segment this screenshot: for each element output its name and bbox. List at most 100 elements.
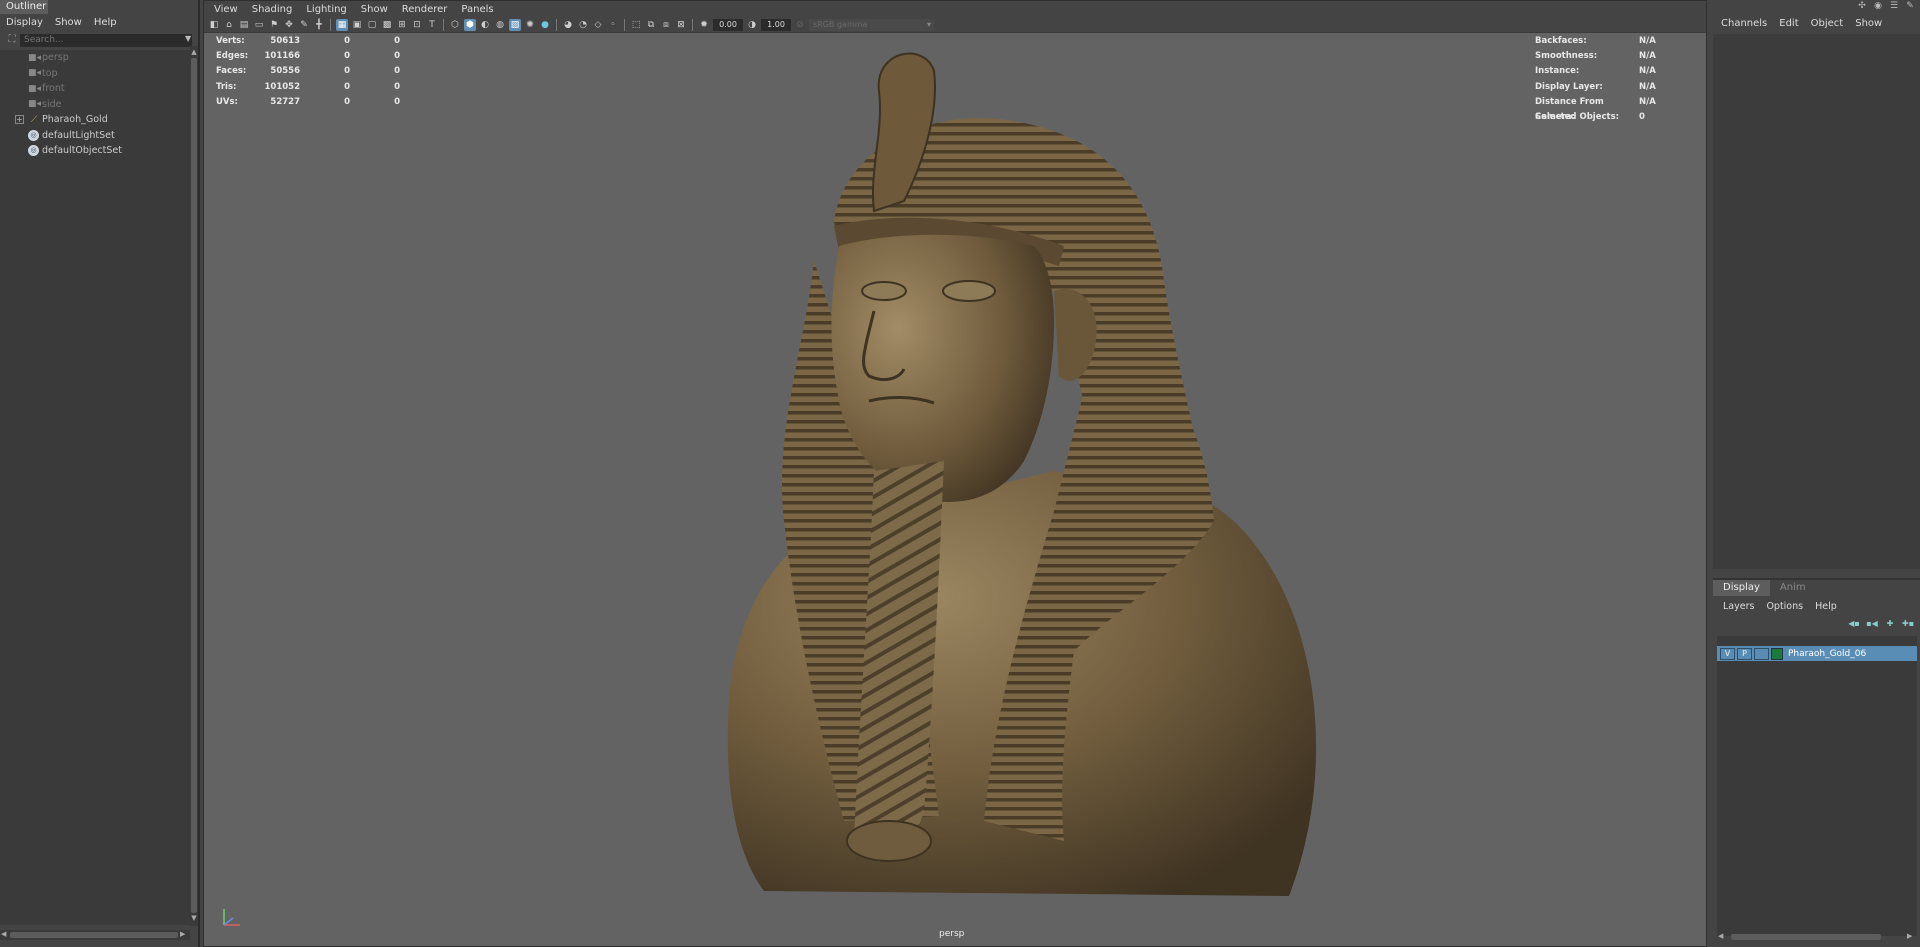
resolution-gate-icon[interactable]: ▢ (366, 19, 378, 31)
gate-mask-icon[interactable]: ▩ (381, 19, 393, 31)
outliner-search-input[interactable] (20, 33, 192, 47)
field-chart-icon[interactable]: ⊞ (396, 19, 408, 31)
new-layer-from-selection-icon[interactable]: ✚▪ (1902, 618, 1914, 630)
layers-menu-help[interactable]: Help (1815, 601, 1837, 612)
film-gate-icon[interactable]: ▣ (351, 19, 363, 31)
hud-label: Tris: (216, 81, 237, 92)
default-material-icon[interactable]: ◐ (479, 19, 491, 31)
tab-anim[interactable]: Anim (1770, 580, 1816, 596)
layer-color-swatch[interactable] (1771, 647, 1783, 660)
outliner-item-front[interactable]: ■◂ front (0, 81, 190, 97)
viewport-menu-shading[interactable]: Shading (252, 4, 293, 15)
ambient-occlusion-icon[interactable]: ◕ (562, 19, 574, 31)
use-all-lights-icon[interactable]: ✺ (524, 19, 536, 31)
scroll-right-icon[interactable]: ▶ (1907, 932, 1912, 940)
scroll-up-icon[interactable]: ▲ (190, 48, 198, 56)
tab-display[interactable]: Display (1713, 580, 1770, 596)
expand-icon[interactable]: + (15, 115, 24, 125)
viewport-menu-view[interactable]: View (214, 4, 238, 15)
layer-row[interactable]: V P Pharaoh_Gold_06 (1717, 646, 1917, 661)
outliner-item-default-light-set[interactable]: ◎ defaultLightSet (0, 128, 190, 144)
exposure-field[interactable]: 0.00 (713, 18, 743, 31)
hud-value: 50556 (270, 66, 300, 77)
outliner-item-side[interactable]: ■◂ side (0, 97, 190, 113)
channels-menu-object[interactable]: Object (1811, 18, 1844, 29)
scroll-left-icon[interactable]: ◀ (1, 930, 6, 938)
gamma-field[interactable]: 1.00 (761, 18, 791, 31)
bookmark-icon[interactable]: ▤ (238, 19, 250, 31)
outliner-item-top[interactable]: ■◂ top (0, 66, 190, 82)
scroll-left-icon[interactable]: ◀ (1718, 932, 1723, 940)
isolate-select-icon[interactable]: ⬚ (630, 19, 642, 31)
layers-menu-layers[interactable]: Layers (1723, 601, 1754, 612)
viewport-menu-renderer[interactable]: Renderer (402, 4, 448, 15)
safe-action-icon[interactable]: ⊡ (411, 19, 423, 31)
move-tool-icon[interactable]: ✣ (1856, 0, 1868, 12)
outliner-item-pharaoh-gold[interactable]: + ⟋ Pharaoh_Gold (0, 112, 190, 128)
outliner-item-default-object-set[interactable]: ◎ defaultObjectSet (0, 143, 190, 159)
new-empty-layer-icon[interactable]: ✚ (1884, 618, 1896, 630)
camera-attributes-icon[interactable]: ⌂ (223, 19, 235, 31)
safe-title-icon[interactable]: T (426, 19, 438, 31)
layers-menu-options[interactable]: Options (1766, 601, 1803, 612)
select-camera-icon[interactable]: ◧ (208, 19, 220, 31)
outliner-menu-display[interactable]: Display (6, 17, 43, 28)
colorspace-dropdown[interactable]: sRGB gamma (809, 18, 934, 31)
camera-lock-icon[interactable]: ⚑ (268, 19, 280, 31)
toolbar-separator (556, 18, 557, 31)
xray-icon[interactable]: ⧉ (645, 19, 657, 31)
outliner-vertical-scrollbar[interactable]: ▲ ▼ (190, 46, 198, 926)
gamma-icon[interactable]: ◑ (746, 19, 758, 31)
grid-toggle-icon[interactable]: ▦ (336, 18, 348, 31)
move-layer-up-icon[interactable]: ◀▪ (1848, 618, 1860, 630)
modeling-toolkit-icon[interactable]: ✎ (1904, 0, 1916, 12)
hud-row-selected-objects: Selected Objects: 0 (1535, 110, 1656, 125)
outliner-menu-help[interactable]: Help (94, 17, 117, 28)
outliner-item-persp[interactable]: ■◂ persp (0, 50, 190, 66)
hud-label: Distance From Camera: (1535, 96, 1604, 122)
grid-icon[interactable]: ╋ (313, 19, 325, 31)
exposure-icon[interactable]: ✹ (698, 19, 710, 31)
image-plane-icon[interactable]: ▭ (253, 19, 265, 31)
layer-playback-toggle[interactable]: P (1737, 647, 1752, 660)
scroll-right-icon[interactable]: ▶ (180, 930, 185, 938)
attribute-editor-icon[interactable]: ☰ (1888, 0, 1900, 12)
2d-pan-icon[interactable]: ✥ (283, 19, 295, 31)
scroll-thumb[interactable] (1731, 934, 1881, 940)
wireframe-on-shaded-icon[interactable]: ◍ (494, 19, 506, 31)
channels-menu-channels[interactable]: Channels (1721, 18, 1767, 29)
channel-box-icon[interactable]: ◉ (1872, 0, 1884, 12)
color-management-icon[interactable]: ⊘ (794, 19, 806, 31)
shadows-icon[interactable]: ● (539, 19, 551, 31)
textured-icon[interactable]: ▨ (509, 18, 521, 31)
move-layer-down-icon[interactable]: ▪◀ (1866, 618, 1878, 630)
channels-menu-show[interactable]: Show (1855, 18, 1882, 29)
toolbar-separator (330, 18, 331, 31)
motion-blur-icon[interactable]: ◔ (577, 19, 589, 31)
viewport-panel[interactable]: View Shading Lighting Show Renderer Pane… (203, 0, 1707, 947)
layer-editor-tabs: Display Anim (1713, 580, 1920, 596)
channels-menu-edit[interactable]: Edit (1779, 18, 1798, 29)
search-dropdown-icon[interactable]: ▼ (185, 34, 191, 43)
viewport-menu-show[interactable]: Show (361, 4, 388, 15)
outliner-menu-show[interactable]: Show (55, 17, 82, 28)
smooth-shade-icon[interactable]: ⬢ (464, 18, 476, 31)
viewport-menu-lighting[interactable]: Lighting (306, 4, 346, 15)
scroll-down-icon[interactable]: ▼ (190, 914, 198, 922)
grease-pencil-icon[interactable]: ✎ (298, 19, 310, 31)
layer-display-type-toggle[interactable] (1754, 647, 1769, 660)
scroll-thumb[interactable] (191, 58, 197, 913)
viewport-menu-panels[interactable]: Panels (461, 4, 493, 15)
pharaoh-bust-model[interactable] (634, 51, 1354, 946)
xray-joints-icon[interactable]: ⧈ (660, 19, 672, 31)
outliner-horizontal-scrollbar[interactable]: ◀ ▶ (0, 930, 190, 940)
layer-horizontal-scrollbar[interactable]: ◀ ▶ (1717, 932, 1917, 942)
layer-visibility-toggle[interactable]: V (1720, 647, 1735, 660)
xray-components-icon[interactable]: ⊠ (675, 19, 687, 31)
filter-icon[interactable]: ⛶ (4, 33, 20, 47)
depth-of-field-icon[interactable]: ◦ (607, 19, 619, 31)
hud-value: 101166 (264, 51, 301, 62)
scroll-thumb[interactable] (10, 932, 178, 938)
multisample-aa-icon[interactable]: ◇ (592, 19, 604, 31)
wireframe-icon[interactable]: ⬡ (449, 19, 461, 31)
